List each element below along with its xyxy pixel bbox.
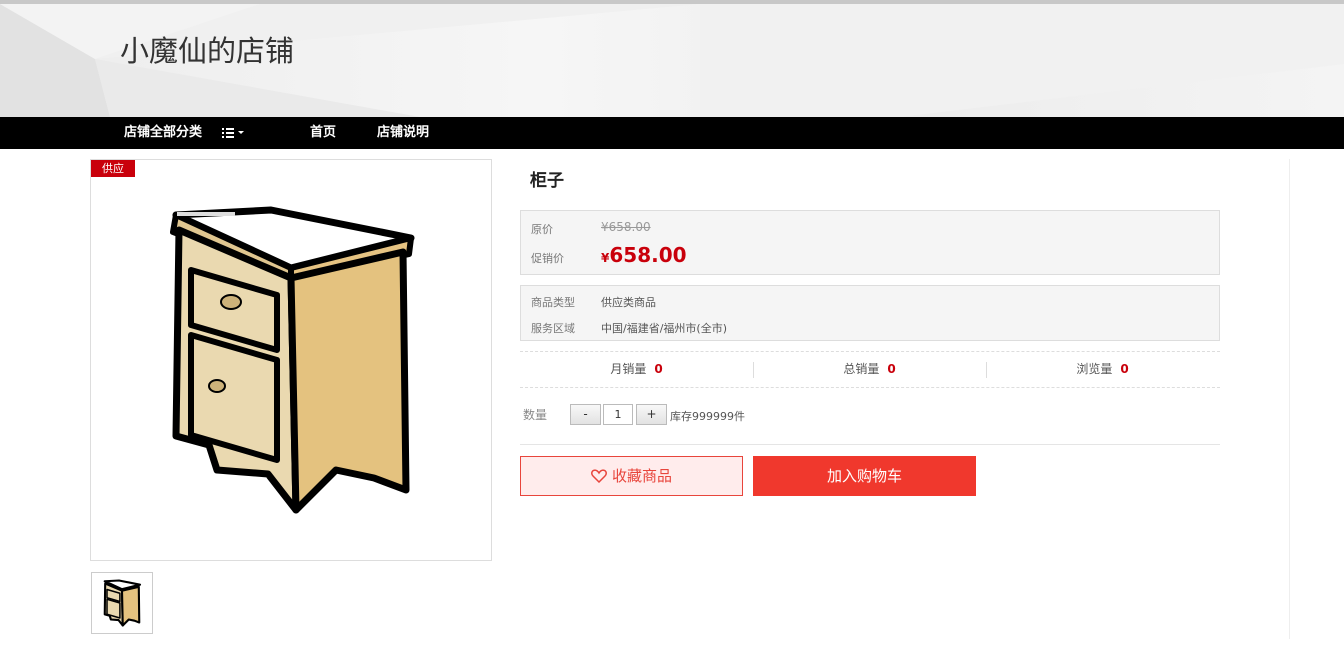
product-type-label: 商品类型 [531, 296, 575, 309]
sales-stats: 月销量 0 总销量 0 浏览量 0 [520, 351, 1220, 388]
price-box: 原价 ¥658.00 促销价 ¥658.00 [520, 210, 1220, 275]
list-menu-icon[interactable] [222, 127, 246, 139]
product-main-area: 供应 柜子 原价 ¥658.00 促销价 ¥658.00 商品类型 供应类商品 … [0, 149, 1344, 655]
service-area-label: 服务区域 [531, 322, 575, 335]
views-label: 浏览量 [1076, 362, 1113, 376]
total-sales-value: 0 [887, 362, 896, 376]
nav-home[interactable]: 首页 [310, 117, 336, 149]
total-sales-label: 总销量 [843, 362, 880, 376]
shop-nav-bar: 店铺全部分类 首页 店铺说明 [0, 117, 1344, 149]
quantity-input[interactable]: 1 [603, 404, 633, 425]
product-main-image[interactable] [90, 159, 492, 561]
favorite-button-label: 收藏商品 [611, 467, 672, 485]
original-price-label: 原价 [531, 223, 553, 236]
product-name: 柜子 [530, 171, 564, 191]
promo-price-label: 促销价 [531, 252, 564, 265]
monthly-sales-value: 0 [654, 362, 663, 376]
views-value: 0 [1120, 362, 1129, 376]
stock-count: 库存999999件 [670, 410, 745, 423]
supply-tag: 供应 [91, 160, 135, 177]
quantity-increase-button[interactable]: + [636, 404, 667, 425]
monthly-sales-label: 月销量 [610, 362, 647, 376]
quantity-decrease-button[interactable]: - [570, 404, 601, 425]
original-price: ¥658.00 [601, 220, 651, 234]
nav-all-categories[interactable]: 店铺全部分类 [124, 117, 202, 149]
heart-icon [591, 469, 607, 483]
quantity-row: 数量 - 1 + 库存999999件 [520, 401, 1220, 445]
product-thumbnail[interactable] [91, 572, 153, 634]
shop-title[interactable]: 小魔仙的店铺 [120, 28, 294, 70]
monthly-sales: 月销量 0 [520, 352, 753, 387]
total-sales: 总销量 0 [753, 352, 986, 387]
shop-banner: 小魔仙的店铺 [0, 4, 1344, 117]
promo-price: ¥658.00 [601, 243, 687, 267]
cabinet-thumbnail-illustration [103, 579, 142, 627]
promo-price-value: 658.00 [609, 243, 687, 267]
views-count: 浏览量 0 [986, 352, 1219, 387]
add-to-cart-button[interactable]: 加入购物车 [753, 456, 976, 496]
quantity-label: 数量 [523, 408, 548, 422]
right-divider [1289, 159, 1290, 639]
favorite-button[interactable]: 收藏商品 [520, 456, 743, 496]
product-type-value: 供应类商品 [601, 296, 656, 309]
product-info-box: 商品类型 供应类商品 服务区域 中国/福建省/福州市(全市) [520, 285, 1220, 341]
nav-shop-info[interactable]: 店铺说明 [377, 117, 429, 149]
cabinet-illustration [170, 206, 415, 514]
service-area-value: 中国/福建省/福州市(全市) [601, 322, 727, 335]
